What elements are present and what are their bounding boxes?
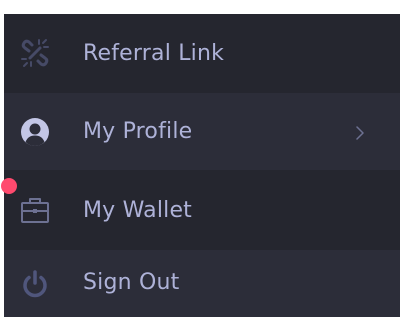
menu-item-label: My Wallet: [83, 198, 193, 223]
menu-item-sign-out[interactable]: Sign Out: [4, 250, 400, 317]
menu-item-my-wallet[interactable]: My Wallet: [4, 171, 400, 249]
user-circle-icon: [18, 115, 52, 149]
account-menu: Referral Link My Profile My Wallet Sign …: [4, 14, 400, 317]
notification-dot: [1, 178, 17, 194]
menu-item-label: Sign Out: [83, 270, 180, 295]
power-icon: [18, 267, 52, 301]
briefcase-icon: [18, 193, 52, 227]
menu-item-referral-link[interactable]: Referral Link: [4, 14, 400, 92]
menu-item-my-profile[interactable]: My Profile: [4, 93, 400, 170]
menu-item-label: My Profile: [83, 119, 193, 144]
broken-link-icon: [18, 36, 52, 70]
chevron-right-icon: [353, 123, 367, 143]
menu-item-label: Referral Link: [83, 41, 225, 66]
